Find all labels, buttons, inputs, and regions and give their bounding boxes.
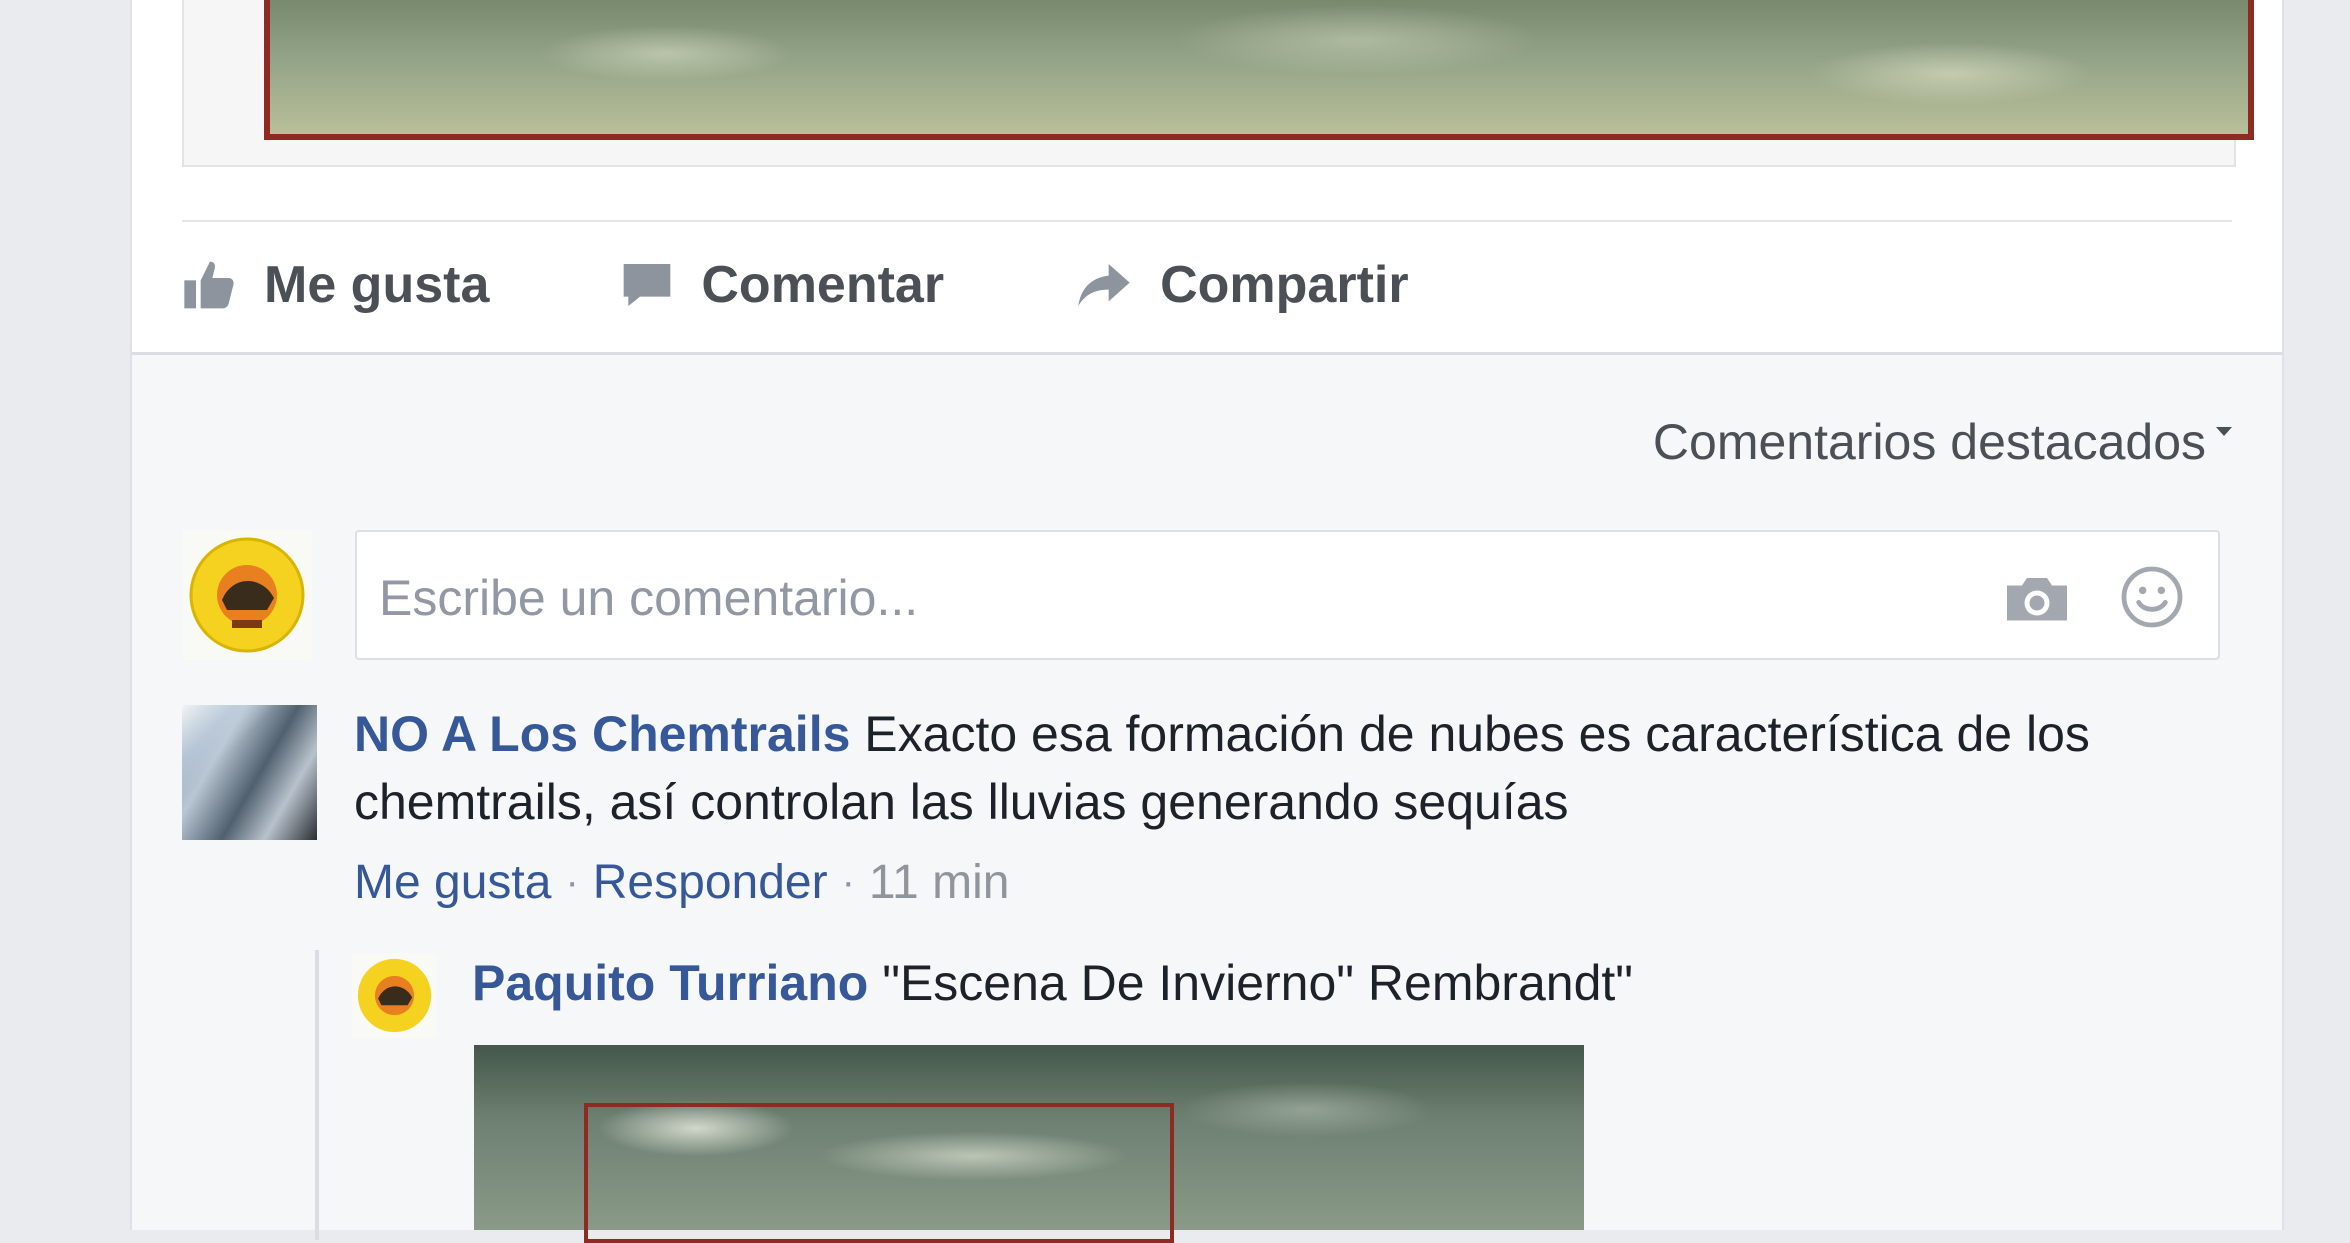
comment-reply-link[interactable]: Responder	[593, 855, 828, 910]
highlight-box	[584, 1103, 1174, 1243]
caret-down-icon	[2216, 426, 2232, 436]
comments-section: Comentarios destacados Escribe un coment…	[132, 355, 2282, 1243]
comment-composer	[355, 530, 2220, 660]
meta-separator: ·	[841, 860, 855, 904]
share-arrow-icon	[1078, 264, 1130, 306]
divider	[182, 220, 2232, 222]
reply-author-avatar[interactable]	[352, 953, 437, 1038]
share-button[interactable]: Compartir	[1074, 255, 1409, 315]
logo-badge-icon	[189, 537, 305, 653]
current-user-avatar[interactable]	[182, 530, 312, 660]
reply-author-link[interactable]: Paquito Turriano	[472, 955, 868, 1011]
meta-separator: ·	[565, 860, 579, 904]
emoji-smiley-icon[interactable]	[2120, 565, 2184, 629]
comment-bubble-icon	[624, 264, 671, 306]
logo-badge-icon	[357, 958, 432, 1033]
comment-author-link[interactable]: NO A Los Chemtrails	[354, 706, 850, 762]
comment-timestamp[interactable]: 11 min	[869, 855, 1010, 910]
reply-attached-image[interactable]	[474, 1045, 1584, 1243]
comments-sort-dropdown[interactable]: Comentarios destacados	[1653, 413, 2232, 471]
like-button[interactable]: Me gusta	[182, 255, 489, 315]
reply-body: Paquito Turriano "Escena De Invierno" Re…	[472, 949, 1633, 1017]
commenter-avatar[interactable]	[182, 705, 317, 840]
like-label: Me gusta	[264, 256, 490, 314]
comment-like-link[interactable]: Me gusta	[354, 855, 551, 910]
reply-thread-line	[315, 950, 319, 1240]
comment-body: NO A Los Chemtrails Exacto esa formación…	[354, 700, 2234, 836]
camera-icon[interactable]	[2002, 570, 2072, 626]
thumbs-up-icon	[184, 261, 234, 309]
post-card: Me gusta Comentar Compartir Comentarios …	[130, 0, 2284, 1243]
post-action-bar: Me gusta Comentar Compartir	[182, 250, 1539, 320]
post-image[interactable]	[264, 0, 2254, 140]
comment-label: Comentar	[701, 256, 945, 314]
comments-sort-label: Comentarios destacados	[1652, 414, 2206, 470]
reply-text: "Escena De Invierno" Rembrandt"	[868, 955, 1634, 1011]
share-label: Compartir	[1160, 256, 1409, 314]
comment-input[interactable]	[377, 562, 1981, 634]
comment-meta: Me gusta · Responder · 11 min	[354, 855, 1009, 910]
comment-button[interactable]: Comentar	[619, 255, 944, 315]
post-image-frame	[182, 0, 2254, 167]
